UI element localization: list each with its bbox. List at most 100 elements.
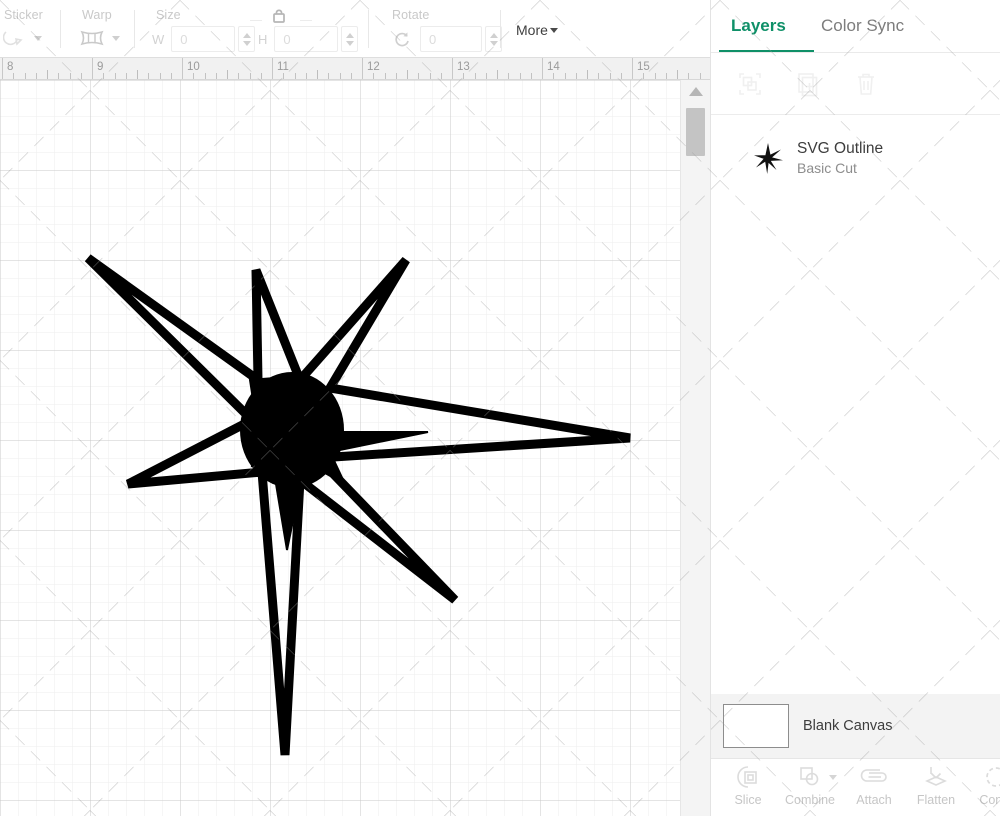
canvas-vertical-scrollbar[interactable] [680, 80, 710, 816]
ruler-minor-tick [317, 70, 318, 79]
ruler-major-tick [542, 58, 543, 80]
ruler-minor-tick [430, 73, 431, 79]
combine-caret-icon[interactable] [829, 775, 837, 780]
ruler-minor-tick [677, 70, 678, 79]
layer-row[interactable]: SVG Outline Basic Cut [711, 130, 1000, 186]
ruler-major-tick [452, 58, 453, 80]
contour-button[interactable]: Conto [967, 763, 1000, 807]
layer-texts: SVG Outline Basic Cut [797, 140, 883, 176]
attach-label: Attach [856, 793, 891, 807]
blank-canvas-row[interactable]: Blank Canvas [711, 694, 1000, 758]
sticker-icon[interactable] [0, 26, 28, 50]
slice-button[interactable]: Slice [719, 763, 777, 807]
ruler-minor-tick [565, 73, 566, 79]
blank-canvas-thumb [723, 704, 789, 748]
duplicate-icon[interactable] [791, 67, 825, 101]
more-caret-icon[interactable] [550, 28, 558, 33]
width-input[interactable]: 0 [171, 26, 235, 52]
combine-button[interactable]: Combine [781, 763, 839, 807]
ruler-major-tick [362, 58, 363, 80]
ruler-major-tick [632, 58, 633, 80]
ruler-number: 12 [367, 61, 380, 73]
delete-icon[interactable] [849, 67, 883, 101]
ruler-minor-tick [407, 70, 408, 79]
ruler-number: 9 [97, 61, 103, 73]
layer-subtitle: Basic Cut [797, 160, 883, 176]
height-input[interactable]: 0 [274, 26, 338, 52]
flatten-button[interactable]: Flatten [907, 763, 965, 807]
ruler-minor-tick [587, 70, 588, 79]
height-stepper[interactable] [341, 26, 358, 52]
star-icon [747, 137, 789, 179]
ruler-number: 11 [277, 61, 289, 73]
rotate-icon[interactable] [388, 27, 416, 51]
warp-icon[interactable] [78, 26, 106, 50]
ruler-minor-tick [115, 73, 116, 79]
layer-title: SVG Outline [797, 140, 883, 158]
ruler-minor-tick [295, 73, 296, 79]
layer-toolbar [711, 53, 1000, 115]
attach-icon [860, 763, 888, 791]
panel-tabs: Layers Color Sync [711, 0, 1000, 52]
flatten-label: Flatten [917, 793, 955, 807]
more-button[interactable]: More [516, 22, 558, 38]
ruler-minor-tick [58, 73, 59, 79]
rotate-down-icon[interactable] [490, 41, 498, 46]
slice-icon [735, 763, 761, 791]
ruler-minor-tick [385, 73, 386, 79]
rotate-up-icon[interactable] [490, 33, 498, 38]
height-up-icon[interactable] [346, 33, 354, 38]
size-label: Size [156, 8, 181, 22]
toolbar-divider [368, 10, 369, 48]
layers-list: SVG Outline Basic Cut [711, 116, 1000, 696]
artwork-star-burst[interactable] [0, 80, 680, 816]
ruler-minor-tick [137, 70, 138, 79]
ruler-major-tick [92, 58, 93, 80]
design-canvas[interactable] [0, 80, 680, 816]
group-ungroup-icon[interactable] [733, 67, 767, 101]
ruler-minor-tick [283, 73, 284, 79]
ruler-minor-tick [418, 73, 419, 79]
rotate-input[interactable]: 0 [420, 26, 482, 52]
slice-label: Slice [734, 793, 761, 807]
ruler-minor-tick [531, 73, 532, 79]
width-stepper[interactable] [238, 26, 255, 52]
sticker-caret-icon[interactable] [34, 36, 42, 41]
bottom-action-bar: Slice Combine Attach [711, 758, 1000, 816]
ruler-minor-tick [250, 73, 251, 79]
tab-color-sync[interactable]: Color Sync [821, 16, 904, 36]
blank-canvas-label: Blank Canvas [803, 718, 892, 734]
scrollbar-thumb[interactable] [686, 108, 705, 156]
horizontal-ruler[interactable]: 89101112131415 [0, 58, 710, 80]
sticker-label: Sticker [4, 8, 43, 22]
ruler-number: 13 [457, 61, 470, 73]
width-down-icon[interactable] [243, 41, 251, 46]
height-down-icon[interactable] [346, 41, 354, 46]
ruler-minor-tick [171, 73, 172, 79]
tab-layers[interactable]: Layers [731, 16, 786, 36]
width-up-icon[interactable] [243, 33, 251, 38]
width-label: W [152, 32, 164, 47]
contour-icon [983, 763, 1000, 791]
lock-icon [268, 6, 290, 26]
right-panel: Layers Color Sync [710, 0, 1000, 816]
ruler-minor-tick [621, 73, 622, 79]
warp-caret-icon[interactable] [112, 36, 120, 41]
scroll-up-arrow-icon[interactable] [689, 87, 703, 96]
rotate-label: Rotate [392, 8, 429, 22]
combine-label: Combine [785, 793, 835, 807]
warp-label: Warp [82, 8, 112, 22]
ruler-minor-tick [238, 73, 239, 79]
lock-bracket-right [300, 20, 312, 21]
toolbar-divider [134, 10, 135, 48]
ruler-minor-tick [148, 73, 149, 79]
star-core [240, 372, 344, 488]
ruler-minor-tick [643, 73, 644, 79]
ruler-minor-tick [463, 73, 464, 79]
ruler-minor-tick [36, 73, 37, 79]
ruler-minor-tick [126, 73, 127, 79]
attach-button[interactable]: Attach [845, 763, 903, 807]
ruler-minor-tick [306, 73, 307, 79]
contour-label: Conto [979, 793, 1000, 807]
ruler-minor-tick [396, 73, 397, 79]
